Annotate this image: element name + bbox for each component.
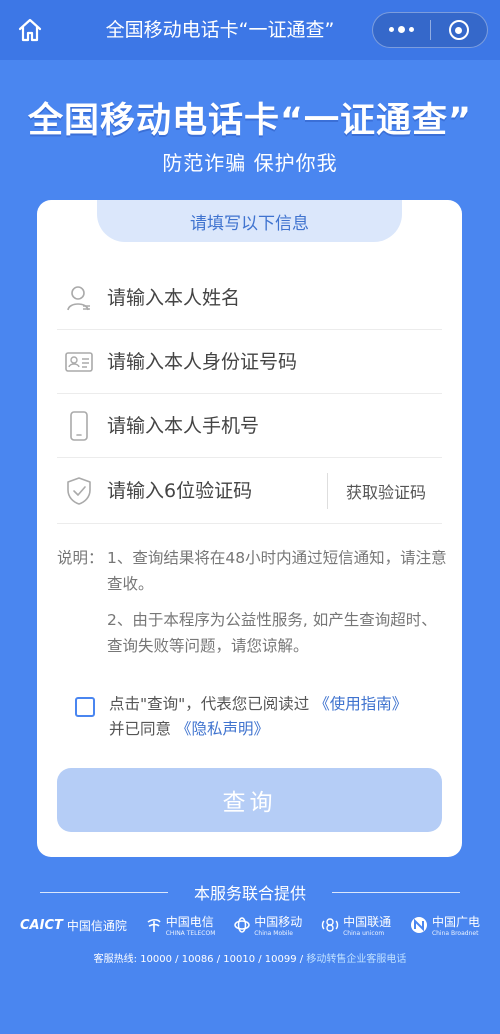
china-unicom-name: 中国联通 [343, 915, 392, 929]
china-mobile-name: 中国移动 [254, 915, 303, 929]
hotline: 客服热线: 10000 / 10086 / 10010 / 10099 / 移动… [0, 950, 500, 965]
privacy-statement-link[interactable]: 《隐私声明》 [176, 720, 269, 738]
agreement-text: 点击"查询"，代表您已阅读过 《使用指南》 并已同意 《隐私声明》 [109, 692, 407, 742]
query-form-card: 请填写以下信息 获取验证码 说明： 1、查询结果将在48小时内通过短信通知，请注… [37, 200, 462, 857]
code-field-row: 获取验证码 [57, 458, 442, 524]
note-item-1: 1、查询结果将在48小时内通过短信通知，请注意查收。 [107, 549, 447, 593]
phone-field-row [57, 394, 442, 458]
verification-code-input[interactable] [105, 478, 319, 503]
target-circle-icon [448, 20, 469, 40]
china-telecom-logo: 中国电信 CHINA TELECOM [146, 913, 216, 937]
china-unicom-icon [321, 918, 339, 932]
china-telecom-icon [147, 918, 161, 932]
notes-section: 说明： 1、查询结果将在48小时内通过短信通知，请注意查收。 2、由于本程序为公… [57, 545, 447, 659]
china-mobile-en: China Mobile [254, 930, 293, 937]
provided-by: 本服务联合提供 [0, 880, 500, 904]
china-unicom-en: China unicom [343, 930, 385, 937]
agreement-checkbox[interactable] [75, 697, 95, 717]
hero-subtitle: 防范诈骗 保护你我 [162, 151, 338, 175]
id-card-icon [59, 342, 99, 382]
divider-right [332, 891, 460, 893]
more-dots-icon [388, 26, 414, 33]
divider-left [39, 891, 168, 893]
home-icon[interactable] [14, 14, 46, 46]
phone-input[interactable] [105, 413, 442, 438]
form-header: 请填写以下信息 [97, 200, 402, 242]
china-mobile-logo: 中国移动 China Mobile [234, 913, 302, 937]
china-mobile-icon [234, 917, 250, 933]
close-button[interactable] [431, 13, 488, 47]
name-input[interactable] [105, 285, 442, 310]
provided-by-text: 本服务联合提供 [193, 884, 306, 903]
code-divider [326, 472, 328, 509]
top-bar: 全国移动电话卡“一证通查” [0, 0, 500, 60]
china-broadnet-icon [410, 917, 427, 933]
agreement-text-before: 点击"查询"，代表您已阅读过 [109, 695, 310, 713]
more-button[interactable] [373, 13, 430, 47]
usage-guide-link[interactable]: 《使用指南》 [314, 695, 407, 713]
mvno-hotline-link[interactable]: 移动转售企业客服电话 [306, 954, 406, 965]
china-broadnet-en: China Broadnet [431, 930, 479, 937]
china-telecom-name: 中国电信 [165, 915, 214, 929]
query-button[interactable]: 查询 [57, 768, 442, 832]
id-field-row [57, 330, 442, 394]
note-item-2: 2、由于本程序为公益性服务, 如产生查询超时、查询失败等问题，请您谅解。 [107, 611, 437, 655]
user-icon [59, 278, 99, 318]
china-unicom-logo: 中国联通 China unicom [321, 913, 391, 937]
shield-check-icon [59, 471, 99, 511]
china-telecom-en: CHINA TELECOM [165, 930, 216, 937]
caict-logo: CAICT 中国信通院 [20, 917, 127, 934]
china-broadnet-name: 中国广电 [431, 915, 480, 929]
hero-title: 全国移动电话卡“一证通查” [27, 101, 472, 141]
caict-mark: CAICT [20, 917, 63, 933]
agreement-row: 点击"查询"，代表您已阅读过 《使用指南》 并已同意 《隐私声明》 [75, 692, 435, 742]
mini-program-capsule [372, 12, 488, 48]
name-field-row [57, 266, 442, 330]
notes-label: 说明： [57, 549, 104, 567]
caict-name: 中国信通院 [66, 918, 127, 933]
agreement-text-middle: 并已同意 [109, 720, 172, 738]
china-broadnet-logo: 中国广电 China Broadnet [410, 913, 480, 937]
get-code-button[interactable]: 获取验证码 [346, 479, 426, 503]
id-number-input[interactable] [105, 349, 442, 374]
partner-logos: CAICT 中国信通院 中国电信 CHINA TELECOM 中国移动 China … [20, 912, 480, 938]
phone-icon [59, 406, 99, 446]
hotline-numbers: 客服热线: 10000 / 10086 / 10010 / 10099 / [93, 954, 307, 965]
window-title: 全国移动电话卡“一证通查” [105, 19, 335, 41]
